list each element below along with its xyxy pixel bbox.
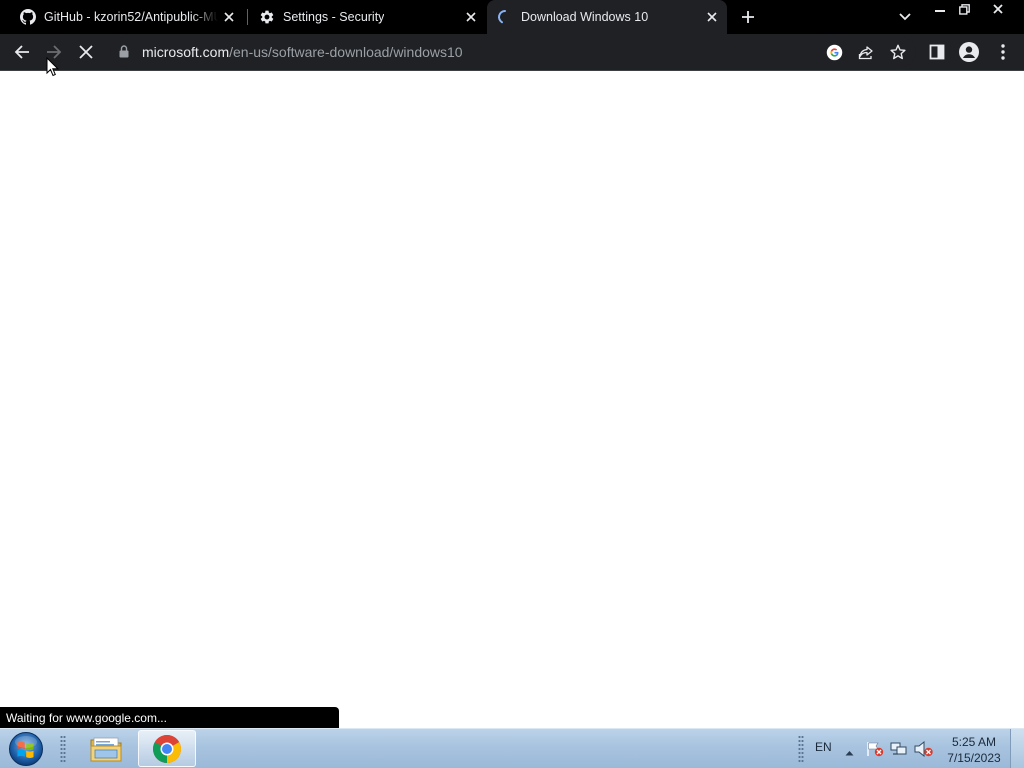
menu-button[interactable] (988, 37, 1018, 67)
close-tab-icon[interactable] (703, 8, 721, 26)
tab-strip: GitHub - kzorin52/Antipublic-MUL Setting… (0, 0, 1024, 34)
system-clock[interactable]: 5:25 AM 7/15/2023 (940, 734, 1008, 766)
screen: GitHub - kzorin52/Antipublic-MUL Setting… (0, 0, 1024, 768)
show-hidden-icons-button[interactable] (845, 743, 854, 761)
bookmark-button[interactable] (886, 40, 910, 64)
minimize-button[interactable] (929, 0, 951, 18)
status-bubble: Waiting for www.google.com... (0, 707, 339, 728)
google-icon (826, 44, 842, 60)
tab-title: Settings - Security (283, 10, 385, 24)
more-vertical-icon (1001, 44, 1005, 60)
back-button[interactable] (7, 37, 37, 67)
start-button[interactable] (6, 731, 46, 767)
restore-icon (958, 3, 970, 15)
new-tab-button[interactable] (736, 6, 760, 28)
clock-date: 7/15/2023 (947, 751, 1001, 765)
close-tab-icon[interactable] (462, 8, 480, 26)
network-icon[interactable] (890, 741, 908, 762)
taskbar-chrome[interactable] (138, 730, 196, 767)
taskbar: EN 5:25 AM 7/15/2023 (0, 728, 1024, 768)
share-button[interactable] (854, 40, 878, 64)
side-panel-button[interactable] (922, 37, 952, 67)
tab-search-button[interactable] (894, 7, 916, 27)
action-center-icon[interactable] (866, 741, 884, 762)
minimize-icon (935, 10, 945, 12)
stop-loading-button[interactable] (71, 37, 101, 67)
arrow-left-icon (14, 45, 29, 59)
plus-icon (742, 11, 754, 23)
close-icon (79, 45, 93, 59)
chevron-down-icon (899, 13, 911, 21)
taskbar-grip[interactable] (60, 735, 66, 763)
close-tab-icon[interactable] (220, 8, 238, 26)
share-icon (858, 46, 873, 60)
tab-settings-security[interactable]: Settings - Security (251, 0, 486, 34)
tab-github[interactable]: GitHub - kzorin52/Antipublic-MUL (12, 0, 244, 34)
language-indicator[interactable]: EN (815, 740, 832, 754)
avatar-icon (959, 42, 979, 62)
volume-muted-icon[interactable] (914, 740, 934, 762)
loading-spinner-icon (497, 9, 513, 25)
page-content[interactable] (0, 71, 1024, 728)
url-host: microsoft.com (142, 44, 230, 60)
url-path: /en-us/software-download/windows10 (229, 44, 463, 60)
google-lens-button[interactable] (822, 40, 846, 64)
chrome-icon (153, 734, 181, 763)
tray-grip[interactable] (798, 735, 804, 763)
profile-button[interactable] (954, 37, 984, 67)
star-icon (890, 44, 906, 60)
taskbar-file-explorer[interactable] (77, 730, 135, 767)
windows-logo-icon (9, 732, 43, 766)
side-panel-icon (929, 44, 945, 60)
tab-title: GitHub - kzorin52/Antipublic-MUL (44, 10, 218, 24)
url-text: microsoft.com/en-us/software-download/wi… (142, 44, 463, 60)
gear-icon (259, 9, 275, 25)
address-bar[interactable]: microsoft.com/en-us/software-download/wi… (110, 37, 916, 67)
tab-title: Download Windows 10 (521, 10, 649, 24)
close-icon (993, 4, 1003, 14)
lock-icon (119, 45, 129, 63)
chevron-up-icon (845, 751, 854, 756)
clock-time: 5:25 AM (951, 735, 997, 749)
tab-download-windows[interactable]: Download Windows 10 (487, 0, 727, 34)
file-explorer-icon (90, 737, 122, 761)
mouse-cursor-icon (46, 57, 60, 77)
tab-separator (247, 9, 248, 25)
browser-toolbar: microsoft.com/en-us/software-download/wi… (0, 34, 1024, 70)
close-window-button[interactable] (984, 0, 1012, 18)
show-desktop-button[interactable] (1010, 729, 1024, 768)
github-icon (20, 9, 36, 25)
restore-button[interactable] (953, 0, 975, 18)
